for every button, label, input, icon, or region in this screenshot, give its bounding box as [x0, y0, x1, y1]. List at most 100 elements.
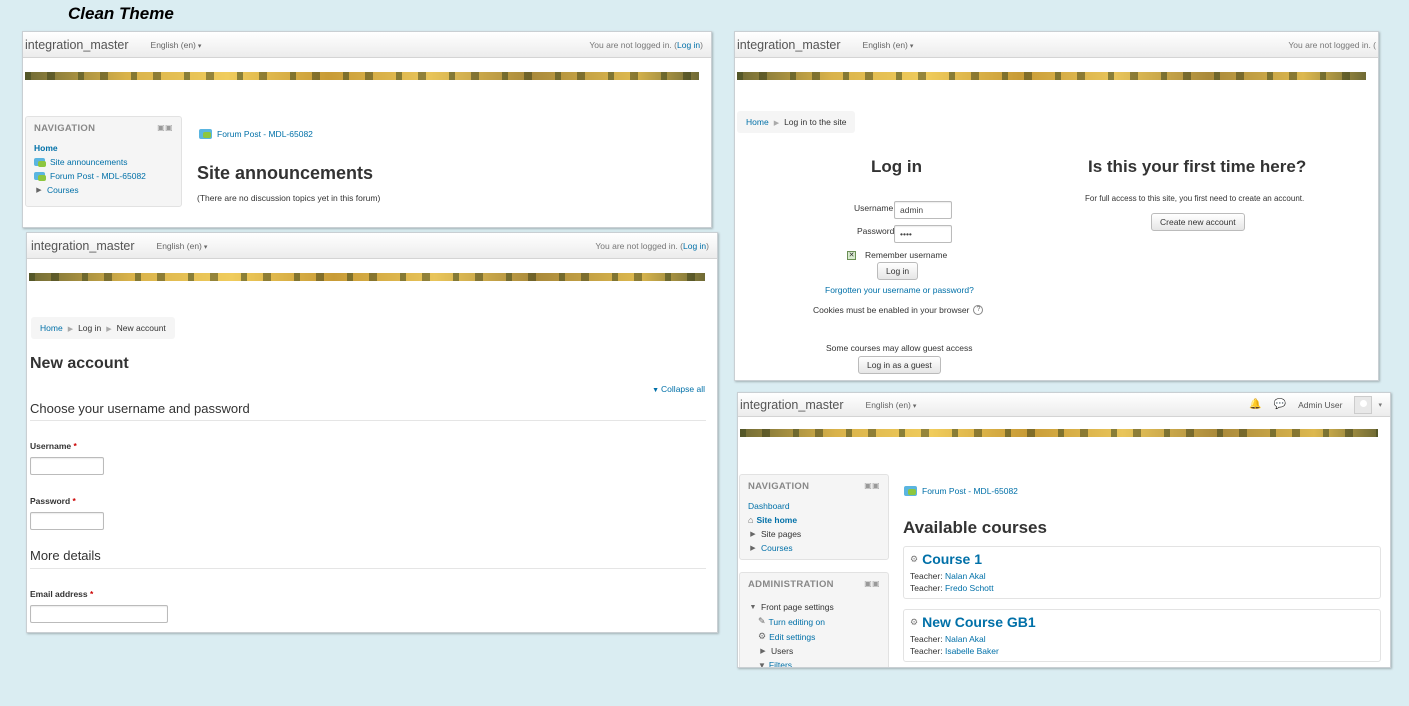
collapse-all-link[interactable]: ▼ Collapse all: [652, 384, 705, 394]
login-status: You are not logged in. (Log in): [589, 39, 703, 50]
block-title: NAVIGATION: [34, 123, 96, 134]
language-menu[interactable]: English (en) ▾: [157, 241, 208, 251]
block-title: ADMINISTRATION: [748, 579, 834, 590]
site-brand[interactable]: integration_master: [25, 38, 129, 52]
admin-item-edit-settings[interactable]: ⚙ Edit settings: [748, 631, 880, 642]
course-info-icon: ⚙: [910, 616, 919, 627]
user-name[interactable]: Admin User: [1298, 400, 1342, 410]
block-controls-icon[interactable]: ▣▣: [864, 481, 880, 492]
teacher-link[interactable]: Fredo Schott: [945, 583, 994, 593]
messages-icon[interactable]: 💬: [1274, 399, 1286, 410]
password-input[interactable]: ••••: [894, 225, 952, 243]
required-icon: *: [73, 441, 77, 451]
nav-item-forum-post[interactable]: Forum Post - MDL-65082: [34, 171, 173, 181]
breadcrumb-login[interactable]: Log in: [78, 323, 101, 333]
caret-down-icon: ▾: [197, 42, 202, 50]
password-input[interactable]: [30, 512, 104, 530]
breadcrumb-home[interactable]: Home: [40, 323, 63, 333]
language-menu[interactable]: English (en) ▾: [866, 400, 917, 410]
username-label: Username: [854, 203, 894, 213]
breadcrumb: Home ▶ Log in ▶ New account: [31, 317, 175, 339]
password-label: Password *: [30, 496, 76, 506]
nav-item-site-announcements[interactable]: Site announcements: [34, 157, 173, 167]
first-time-text: For full access to this site, you first …: [1085, 194, 1305, 203]
admin-item-front-page-settings[interactable]: ▼ Front page settings: [748, 602, 880, 612]
login-link[interactable]: Log in: [683, 241, 706, 251]
course-teacher: Teacher: Isabelle Baker: [910, 646, 999, 656]
breadcrumb-separator-icon: ▶: [67, 326, 74, 333]
caret-down-icon: ▾: [203, 243, 208, 251]
forgot-password-link[interactable]: Forgotten your username or password?: [825, 285, 974, 295]
teacher-link[interactable]: Isabelle Baker: [945, 646, 999, 656]
teacher-link[interactable]: Nalan Akal: [945, 634, 986, 644]
block-controls-icon[interactable]: ▣▣: [864, 579, 880, 590]
forum-post-link[interactable]: Forum Post - MDL-65082: [199, 129, 313, 139]
nav-item-site-pages[interactable]: ▶ Site pages: [748, 529, 880, 539]
email-input[interactable]: [30, 605, 168, 623]
language-menu[interactable]: English (en) ▾: [151, 40, 202, 50]
remember-username-checkbox[interactable]: ✕ Remember username: [847, 250, 947, 260]
course-title[interactable]: ⚙ New Course GB1: [910, 614, 1374, 630]
navbar: integration_master English (en) ▾ You are…: [23, 32, 711, 58]
admin-item-users[interactable]: ▶ Users: [748, 646, 880, 656]
notifications-icon[interactable]: 🔔: [1249, 399, 1261, 410]
navbar: integration_master English (en) ▾ You are…: [27, 233, 717, 259]
username-input[interactable]: admin: [894, 201, 952, 219]
course-title[interactable]: ⚙ Course 1: [910, 551, 1374, 567]
signup-page-panel: integration_master English (en) ▾ You are…: [26, 232, 718, 633]
login-page-panel: integration_master English (en) ▾ You are…: [734, 31, 1379, 381]
guest-login-button[interactable]: Log in as a guest: [858, 356, 941, 374]
nav-item-home[interactable]: Home: [34, 143, 173, 153]
forum-post-link[interactable]: Forum Post - MDL-65082: [904, 486, 1018, 496]
login-heading: Log in: [871, 157, 922, 176]
block-controls-icon[interactable]: ▣▣: [157, 123, 173, 134]
nav-item-dashboard[interactable]: Dashboard: [748, 501, 880, 511]
collapse-triangle-icon: ▼: [749, 603, 757, 611]
caret-down-icon: ▾: [909, 42, 914, 50]
page-title: Site announcements: [197, 163, 374, 183]
breadcrumb-current: Log in to the site: [784, 117, 847, 127]
teacher-link[interactable]: Nalan Akal: [945, 571, 986, 581]
admin-item-turn-editing-on[interactable]: ✎ Turn editing on: [748, 616, 880, 627]
nav-item-courses[interactable]: ▶ Courses: [34, 185, 173, 195]
header-banner: [29, 273, 705, 281]
login-link[interactable]: Log in: [677, 40, 700, 50]
help-icon[interactable]: ?: [973, 305, 984, 315]
required-icon: *: [90, 589, 94, 599]
course-info-icon: ⚙: [910, 553, 919, 564]
nav-item-site-home[interactable]: ⌂ Site home: [748, 515, 880, 525]
login-button[interactable]: Log in: [877, 262, 919, 280]
expand-triangle-icon: ▶: [36, 187, 42, 194]
forum-icon: [34, 172, 46, 181]
course-teacher: Teacher: Nalan Akal: [910, 571, 986, 581]
nav-item-courses[interactable]: ▶ Courses: [748, 543, 880, 553]
home-icon: ⌂: [748, 515, 754, 525]
checkbox-checked-icon: ✕: [847, 250, 856, 260]
required-icon: *: [72, 496, 76, 506]
email-label: Email address *: [30, 589, 94, 599]
courses-page-panel: integration_master English (en) ▾ 🔔 💬 Adm…: [737, 392, 1391, 668]
block-title: NAVIGATION: [748, 481, 810, 492]
page-caption: Clean Theme: [68, 4, 174, 23]
header-banner: [25, 72, 699, 80]
site-brand[interactable]: integration_master: [31, 239, 135, 253]
admin-item-filters[interactable]: ▼ Filters: [748, 660, 880, 667]
site-brand[interactable]: integration_master: [740, 398, 844, 412]
login-status: You are not logged in. (Log in): [595, 240, 709, 251]
breadcrumb-home[interactable]: Home: [746, 117, 769, 127]
breadcrumb: Home ▶ Log in to the site: [737, 111, 856, 133]
section-heading-credentials[interactable]: Choose your username and password: [30, 401, 250, 416]
caret-down-icon: ▾: [912, 402, 917, 410]
language-menu[interactable]: English (en) ▾: [863, 40, 914, 50]
expand-triangle-icon: ▶: [750, 531, 756, 538]
site-brand[interactable]: integration_master: [737, 38, 841, 52]
section-heading-more-details[interactable]: More details: [30, 548, 101, 563]
guest-access-text: Some courses may allow guest access: [826, 343, 973, 353]
avatar[interactable]: [1354, 395, 1373, 414]
create-account-button[interactable]: Create new account: [1151, 213, 1245, 231]
navigation-block: NAVIGATION ▣▣ Home Site announcements For…: [25, 116, 182, 207]
username-input[interactable]: [30, 457, 104, 475]
course-teacher: Teacher: Fredo Schott: [910, 583, 994, 593]
administration-block: ADMINISTRATION ▣▣ ▼ Front page settings ✎ T…: [739, 572, 889, 667]
caret-down-icon[interactable]: ▾: [1378, 401, 1382, 409]
